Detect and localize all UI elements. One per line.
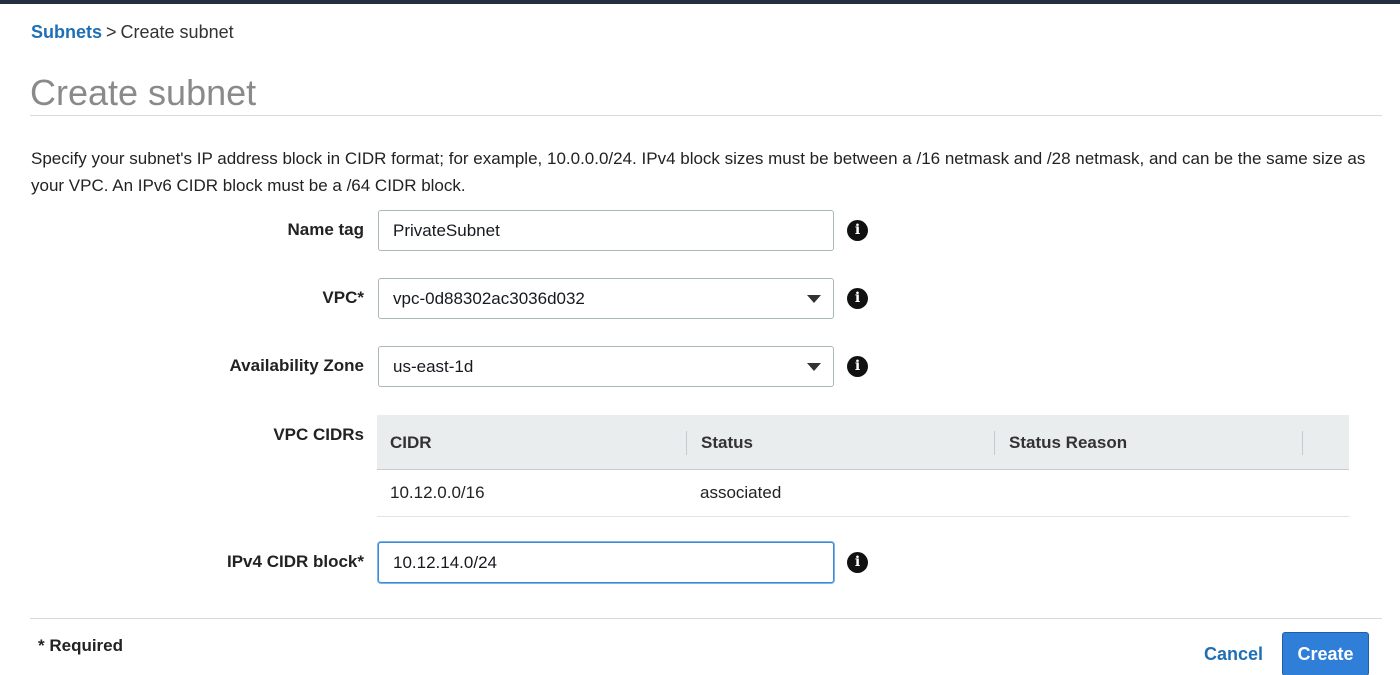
vpc-value: vpc-0d88302ac3036d032 bbox=[393, 289, 585, 308]
ipv4-cidr-block-value: 10.12.14.0/24 bbox=[393, 553, 497, 572]
column-divider bbox=[994, 431, 995, 455]
required-note: * Required bbox=[38, 636, 124, 655]
name-tag-label: Name tag bbox=[287, 220, 364, 239]
breadcrumb: Subnets > Create subnet bbox=[31, 21, 234, 43]
chevron-down-icon bbox=[807, 295, 821, 303]
vpc-cidrs-table: CIDR Status Status Reason 10.12.0.0/16 a… bbox=[377, 415, 1349, 517]
name-tag-input[interactable]: PrivateSubnet bbox=[378, 210, 834, 251]
chevron-down-icon bbox=[807, 363, 821, 371]
name-tag-value: PrivateSubnet bbox=[393, 221, 500, 240]
title-divider bbox=[30, 115, 1382, 116]
ipv4-cidr-block-input[interactable]: 10.12.14.0/24 bbox=[378, 542, 834, 583]
cidr-cell: 10.12.0.0/16 bbox=[390, 483, 485, 502]
info-icon[interactable]: i bbox=[847, 356, 868, 377]
status-cell: associated bbox=[700, 483, 782, 502]
breadcrumb-subnets-link[interactable]: Subnets bbox=[31, 22, 102, 42]
info-icon[interactable]: i bbox=[847, 220, 868, 241]
cancel-button[interactable]: Cancel bbox=[1204, 644, 1263, 665]
table-row: 10.12.0.0/16 associated bbox=[377, 470, 1349, 517]
column-divider bbox=[686, 431, 687, 455]
column-header-status-reason[interactable]: Status Reason bbox=[1009, 415, 1127, 470]
vpc-label: VPC* bbox=[322, 288, 364, 307]
create-button[interactable]: Create bbox=[1282, 632, 1369, 675]
page-title: Create subnet bbox=[30, 72, 257, 113]
availability-zone-value: us-east-1d bbox=[393, 357, 474, 376]
column-header-status[interactable]: Status bbox=[701, 415, 753, 470]
info-icon[interactable]: i bbox=[847, 288, 868, 309]
table-header: CIDR Status Status Reason bbox=[377, 415, 1349, 470]
column-divider bbox=[1302, 431, 1303, 455]
info-icon[interactable]: i bbox=[847, 552, 868, 573]
page-description: Specify your subnet's IP address block i… bbox=[31, 149, 1366, 195]
top-bar bbox=[0, 0, 1400, 4]
vpc-select[interactable]: vpc-0d88302ac3036d032 bbox=[378, 278, 834, 319]
availability-zone-label: Availability Zone bbox=[229, 356, 364, 375]
breadcrumb-separator: > bbox=[106, 22, 117, 42]
vpc-cidrs-label: VPC CIDRs bbox=[273, 425, 364, 444]
breadcrumb-current: Create subnet bbox=[120, 22, 234, 42]
ipv4-cidr-block-label: IPv4 CIDR block* bbox=[227, 552, 364, 571]
column-header-cidr[interactable]: CIDR bbox=[390, 415, 432, 470]
availability-zone-select[interactable]: us-east-1d bbox=[378, 346, 834, 387]
footer-divider bbox=[30, 618, 1382, 619]
